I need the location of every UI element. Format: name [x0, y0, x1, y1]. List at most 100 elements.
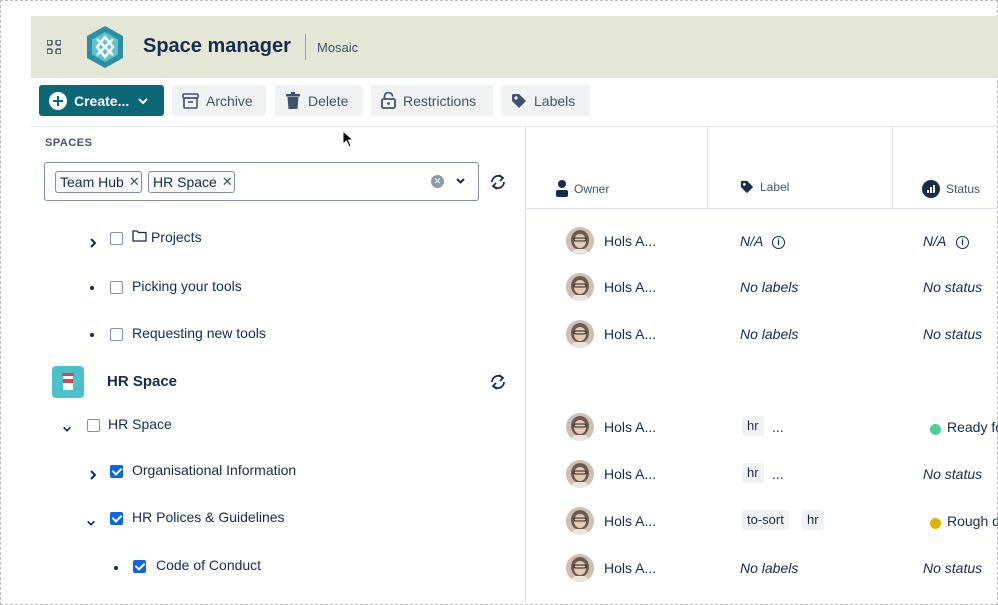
tree-item-label[interactable]: Requesting new tools	[132, 325, 266, 341]
owner-avatar[interactable]	[566, 507, 594, 535]
column-header-status[interactable]: Status	[893, 127, 998, 209]
tag-icon	[512, 93, 526, 108]
header-divider	[305, 34, 306, 60]
tree-checkbox[interactable]	[110, 232, 123, 245]
restrictions-button-label: Restrictions	[403, 92, 477, 109]
tree-bullet	[114, 566, 118, 570]
column-title: Owner	[556, 180, 609, 197]
table-row[interactable]: Hols A... N/A i N/A i	[526, 227, 998, 267]
status-value: No status	[923, 466, 983, 482]
create-button-label: Create...	[74, 92, 130, 109]
space-title: HR Space	[107, 373, 178, 390]
archive-button-label: Archive	[206, 92, 253, 109]
create-button[interactable]: Create...	[39, 85, 164, 116]
table-row[interactable]: Hols A... hr ... Ready fo	[526, 413, 998, 453]
unlock-icon	[381, 92, 396, 109]
column-title: Label	[740, 180, 789, 194]
column-owner-label: Owner	[574, 181, 610, 196]
column-title: Status	[922, 180, 980, 198]
label-lozenge[interactable]: hr	[802, 510, 824, 530]
restrictions-button[interactable]: Restrictions	[371, 85, 493, 116]
tree-item-label[interactable]: Organisational Information	[132, 462, 296, 478]
archive-button[interactable]: Archive	[172, 85, 266, 116]
owner-name: Hols A...	[604, 466, 657, 482]
header-divider	[526, 208, 998, 209]
toolbar: Create... Archive Delete Restrictions La…	[0, 84, 998, 118]
info-icon[interactable]: i	[772, 236, 785, 249]
owner-avatar[interactable]	[566, 413, 594, 441]
mosaic-logo[interactable]	[85, 25, 125, 69]
tree-item-label[interactable]: HR Space	[108, 416, 172, 432]
space-avatar	[52, 366, 84, 398]
app-switcher-icon[interactable]	[47, 40, 61, 54]
label-lozenge[interactable]: to-sort	[742, 510, 789, 530]
chevron-down-icon[interactable]	[62, 423, 72, 435]
chevron-down-icon	[138, 97, 148, 104]
label-lozenge[interactable]: hr	[742, 416, 764, 436]
mouse-cursor-icon	[342, 130, 354, 148]
column-header-label[interactable]: Label	[708, 127, 893, 209]
labels-button-label: Labels	[534, 92, 576, 109]
status-value: Ready fo	[947, 419, 998, 435]
status-value: No status	[923, 326, 983, 342]
table-row[interactable]: Hols A... to-sort hr Rough d	[526, 507, 998, 547]
owner-avatar[interactable]	[566, 227, 594, 255]
more-labels[interactable]: ...	[772, 419, 784, 435]
spaces-panel: SPACES Team Hub ✕ HR Space ✕ ✕ Projects …	[31, 127, 525, 605]
remove-tag-icon[interactable]: ✕	[222, 174, 233, 190]
owner-avatar[interactable]	[566, 320, 594, 348]
label-value: No labels	[740, 326, 799, 342]
delete-button[interactable]: Delete	[275, 85, 363, 116]
plus-circle-icon	[49, 91, 67, 110]
tree-bullet	[90, 286, 94, 290]
owner-avatar[interactable]	[566, 460, 594, 488]
owner-avatar[interactable]	[566, 554, 594, 582]
spaces-multi-select[interactable]: Team Hub ✕ HR Space ✕ ✕	[44, 162, 479, 201]
table-row[interactable]: Hols A... No labels No status	[526, 320, 998, 360]
selected-tag-team-hub: Team Hub ✕	[55, 171, 142, 193]
tree-item-label[interactable]: Projects	[151, 229, 202, 245]
tree-checkbox-checked[interactable]	[110, 512, 123, 525]
labels-button[interactable]: Labels	[501, 85, 590, 116]
info-icon[interactable]: i	[956, 236, 969, 249]
status-chart-icon	[922, 180, 940, 198]
more-labels[interactable]: ...	[772, 466, 784, 482]
tree-item-label[interactable]: Code of Conduct	[156, 557, 261, 573]
chevron-down-icon[interactable]	[455, 175, 466, 186]
coffee-cup-icon	[62, 373, 74, 390]
tree-item-label[interactable]: HR Polices & Guidelines	[132, 509, 285, 525]
owner-name: Hols A...	[604, 419, 657, 435]
person-icon	[556, 180, 568, 197]
owner-name: Hols A...	[604, 233, 657, 249]
tree-checkbox[interactable]	[110, 328, 123, 341]
owner-name: Hols A...	[604, 560, 657, 576]
remove-tag-icon[interactable]: ✕	[129, 174, 140, 190]
app-title: Space manager	[143, 35, 291, 57]
label-lozenge[interactable]: hr	[742, 463, 764, 483]
column-header-owner[interactable]: Owner	[526, 127, 708, 209]
status-value: No status	[923, 560, 983, 576]
tag-label: Team Hub	[60, 174, 124, 190]
label-value: N/A	[740, 233, 764, 249]
table-row[interactable]: Hols A... No labels No status	[526, 554, 998, 594]
selected-tag-hr-space: HR Space ✕	[148, 171, 235, 193]
chevron-down-icon[interactable]	[86, 517, 96, 529]
refresh-icon[interactable]	[489, 373, 507, 391]
table-row[interactable]: Hols A... No labels No status	[526, 273, 998, 313]
chevron-right-icon[interactable]	[88, 469, 98, 481]
table-row[interactable]: Hols A... hr ... No status	[526, 460, 998, 500]
tree-checkbox[interactable]	[110, 281, 123, 294]
refresh-icon[interactable]	[489, 173, 507, 191]
chevron-right-icon[interactable]	[88, 237, 98, 249]
status-value: No status	[923, 279, 983, 295]
tree-bullet	[90, 333, 94, 337]
tree-item-label[interactable]: Picking your tools	[132, 278, 242, 294]
delete-button-label: Delete	[308, 92, 349, 109]
tag-label: HR Space	[153, 174, 217, 190]
tree-checkbox-checked[interactable]	[133, 560, 146, 573]
tree-checkbox-checked[interactable]	[110, 465, 123, 478]
clear-selection-icon[interactable]: ✕	[431, 175, 444, 188]
tag-icon	[740, 180, 754, 194]
owner-avatar[interactable]	[566, 273, 594, 301]
tree-checkbox[interactable]	[87, 419, 100, 432]
